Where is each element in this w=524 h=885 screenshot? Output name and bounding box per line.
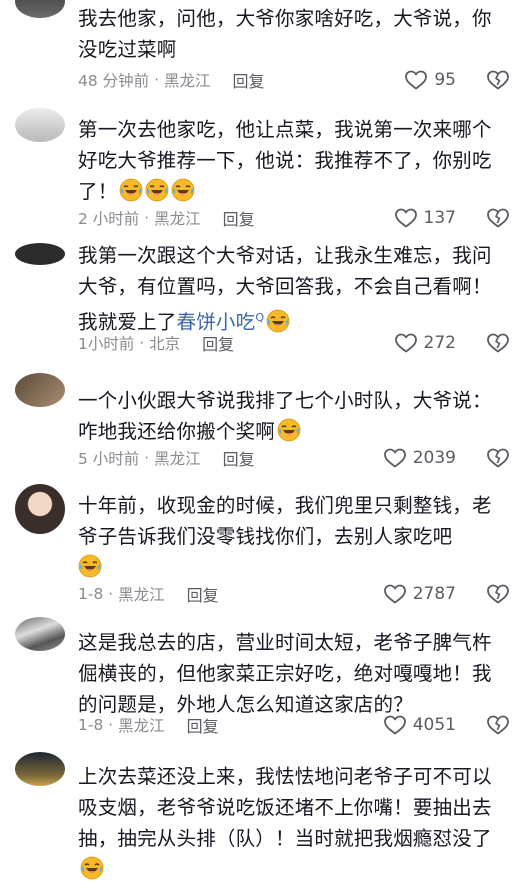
meta-separator: · bbox=[149, 71, 164, 89]
reply-button[interactable]: 回复 bbox=[223, 446, 255, 470]
broken-heart-icon[interactable] bbox=[486, 68, 510, 92]
avatar[interactable] bbox=[15, 108, 65, 142]
avatar[interactable] bbox=[15, 0, 65, 18]
laughing-tears-emoji bbox=[119, 178, 143, 202]
like-count: 272 bbox=[423, 333, 456, 353]
laughing-tears-emoji bbox=[266, 309, 290, 333]
meta-separator: · bbox=[134, 334, 150, 352]
avatar[interactable] bbox=[15, 617, 65, 651]
comment-location: 北京 bbox=[149, 335, 181, 353]
comment-text: 第一次去他家吃，他让点菜，我说第一次来哪个好吃大爷推荐一下，他说：我推荐不了，你… bbox=[78, 114, 508, 207]
comment-meta: 2 小时前 · 黑龙江 回复 bbox=[78, 206, 255, 230]
comment-text-body: 十年前，收现金的时候，我们兜里只剩整钱，老爷子告诉我们没零钱找你们，去别人家吃吧 bbox=[78, 494, 492, 548]
reply-button[interactable]: 回复 bbox=[187, 582, 219, 606]
comment-time: 1-8 bbox=[78, 716, 104, 734]
like-button[interactable]: 272 bbox=[394, 330, 456, 356]
heart-icon bbox=[383, 713, 407, 737]
like-count: 4051 bbox=[412, 715, 456, 735]
comment-meta: 48 分钟前 · 黑龙江 回复 bbox=[78, 68, 264, 92]
heart-icon bbox=[383, 446, 407, 470]
comment-text: 上次去菜还没上来，我怯怯地问老爷子可不可以吸支烟，老爷爷说吃饭还堵不上你嘴！要抽… bbox=[78, 761, 508, 885]
laughing-tears-emoji bbox=[171, 178, 195, 202]
broken-heart-icon[interactable] bbox=[486, 206, 510, 230]
broken-heart-icon[interactable] bbox=[486, 331, 510, 355]
meta-separator: · bbox=[103, 585, 119, 603]
laughing-tears-emoji bbox=[277, 418, 301, 442]
reply-button[interactable]: 回复 bbox=[232, 68, 264, 92]
comment-text: 我第一次跟这个大爷对话，让我永生难忘，我问大爷，有位置吗，大爷回答我，不会自己看… bbox=[78, 240, 508, 338]
broken-heart-icon[interactable] bbox=[486, 713, 510, 737]
heart-icon bbox=[404, 68, 428, 92]
comment-location: 黑龙江 bbox=[154, 450, 201, 468]
comment-time: 1-8 bbox=[78, 585, 104, 603]
like-button[interactable]: 95 bbox=[404, 67, 456, 93]
like-button[interactable]: 137 bbox=[394, 205, 456, 231]
like-button[interactable]: 2039 bbox=[383, 445, 456, 471]
broken-heart-icon[interactable] bbox=[486, 446, 510, 470]
comment-meta: 1-8 · 黑龙江 回复 bbox=[78, 713, 219, 737]
like-button[interactable]: 2787 bbox=[383, 581, 456, 607]
meta-separator: · bbox=[139, 209, 155, 227]
comment-location: 黑龙江 bbox=[163, 72, 211, 90]
comment-location: 黑龙江 bbox=[118, 586, 165, 604]
comment-location: 黑龙江 bbox=[154, 210, 201, 228]
heart-icon bbox=[383, 582, 407, 606]
comment-time: 2 小时前 bbox=[78, 210, 140, 228]
comment-time: 48 分钟前 bbox=[78, 72, 150, 90]
reply-button[interactable]: 回复 bbox=[187, 713, 219, 737]
comment-meta: 5 小时前 · 黑龙江 回复 bbox=[78, 446, 255, 470]
avatar[interactable] bbox=[15, 373, 65, 407]
search-icon: Q bbox=[255, 311, 265, 324]
comment-meta: 1小时前 · 北京 回复 bbox=[78, 331, 234, 355]
comment-meta: 1-8 · 黑龙江 回复 bbox=[78, 582, 219, 606]
like-count: 95 bbox=[434, 70, 456, 90]
heart-icon bbox=[394, 331, 418, 355]
avatar[interactable] bbox=[15, 243, 65, 265]
like-count: 137 bbox=[423, 208, 456, 228]
like-button[interactable]: 4051 bbox=[383, 712, 456, 738]
meta-separator: · bbox=[103, 716, 119, 734]
like-count: 2787 bbox=[412, 584, 456, 604]
avatar[interactable] bbox=[15, 752, 65, 786]
comment-time: 1小时前 bbox=[78, 335, 135, 353]
laughing-tears-emoji bbox=[80, 856, 104, 880]
heart-icon bbox=[394, 206, 418, 230]
broken-heart-icon[interactable] bbox=[486, 582, 510, 606]
laughing-tears-emoji bbox=[145, 178, 169, 202]
comment-text: 这是我总去的店，营业时间太短，老爷子脾气杵倔横丧的，但他家菜正宗好吃，绝对嘎嘎地… bbox=[78, 631, 492, 716]
comment-text: 十年前，收现金的时候，我们兜里只剩整钱，老爷子告诉我们没零钱找你们，去别人家吃吧 bbox=[78, 490, 508, 583]
laughing-tears-emoji bbox=[78, 554, 102, 578]
reply-button[interactable]: 回复 bbox=[202, 331, 234, 355]
comment-text: 一个小伙跟大爷说我排了七个小时队，大爷说：咋地我还给你搬个奖啊 bbox=[78, 385, 508, 447]
comment-text-body: 上次去菜还没上来，我怯怯地问老爷子可不可以吸支烟，老爷爷说吃饭还堵不上你嘴！要抽… bbox=[78, 765, 492, 850]
like-count: 2039 bbox=[412, 448, 456, 468]
comment-location: 黑龙江 bbox=[118, 717, 165, 735]
avatar[interactable] bbox=[15, 484, 65, 534]
comment-time: 5 小时前 bbox=[78, 450, 140, 468]
meta-separator: · bbox=[139, 449, 155, 467]
reply-button[interactable]: 回复 bbox=[223, 206, 255, 230]
comment-text: 我去他家，问他，大爷你家啥好吃，大爷说，你没吃过菜啊 bbox=[78, 7, 492, 61]
